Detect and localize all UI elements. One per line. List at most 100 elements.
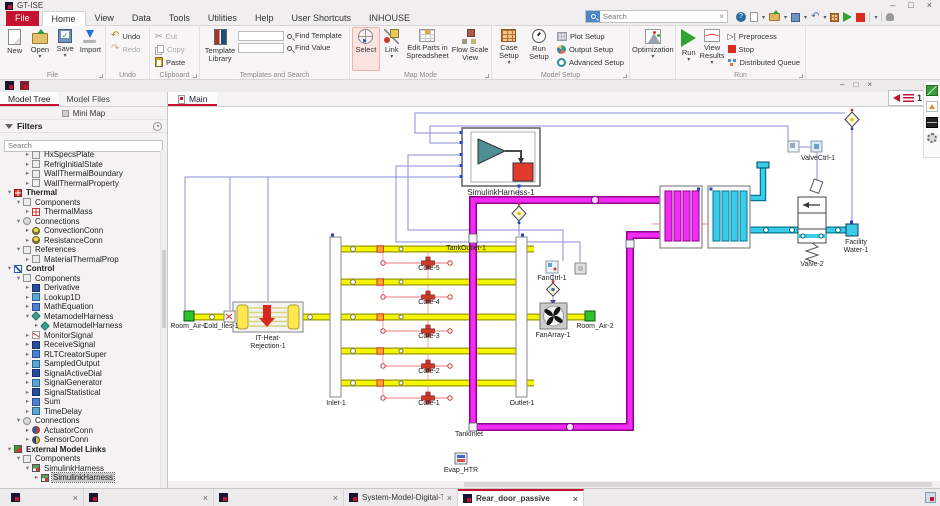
- run-setup-button[interactable]: Run Setup: [524, 27, 554, 71]
- menu-tab-inhouse[interactable]: INHOUSE: [360, 11, 419, 26]
- tree-item-components[interactable]: ▾Components: [0, 198, 160, 208]
- expander-icon[interactable]: ▸: [23, 426, 32, 435]
- close-icon[interactable]: ×: [73, 493, 78, 503]
- tree-item-external-model-links[interactable]: ▾External Model Links: [0, 445, 160, 455]
- gt-document-icon[interactable]: [20, 81, 29, 90]
- expander-icon[interactable]: ▸: [23, 435, 32, 444]
- tree-item-sampledoutput[interactable]: ▸SampledOutput: [0, 359, 160, 369]
- stop-icon[interactable]: [856, 13, 865, 22]
- tree-item-lookup1d[interactable]: ▸Lookup1D: [0, 293, 160, 303]
- mini-map-section[interactable]: Mini Map: [0, 107, 167, 120]
- component-it-heat-rejection[interactable]: [233, 302, 303, 332]
- tab-main[interactable]: Main: [168, 92, 217, 106]
- expander-icon[interactable]: ▸: [23, 255, 32, 264]
- expander-icon[interactable]: ▸: [23, 378, 32, 387]
- expander-icon[interactable]: ▸: [23, 359, 32, 368]
- expander-icon[interactable]: ▾: [5, 264, 14, 273]
- tree-item-signalactivedial[interactable]: ▸SignalActiveDial: [0, 369, 160, 379]
- expander-icon[interactable]: ▾: [14, 416, 23, 425]
- component-outlet[interactable]: [516, 237, 527, 397]
- tree-item-references[interactable]: ▾References: [0, 245, 160, 255]
- case-setup-icon[interactable]: [830, 13, 839, 22]
- menu-tab-utilities[interactable]: Utilities: [199, 11, 246, 26]
- checks-icon[interactable]: [926, 85, 938, 96]
- tree-item-actuatorconn[interactable]: ▸ActuatorConn: [0, 426, 160, 436]
- expander-icon[interactable]: ▸: [23, 302, 32, 311]
- expander-icon[interactable]: ▾: [5, 445, 14, 454]
- tree-item-mathequation[interactable]: ▸MathEquation: [0, 302, 160, 312]
- dialog-launcher-icon[interactable]: [99, 74, 103, 78]
- expander-icon[interactable]: ▸: [23, 150, 32, 159]
- copy-button[interactable]: Copy: [152, 43, 197, 55]
- tree-item-signalgenerator[interactable]: ▸SignalGenerator: [0, 378, 160, 388]
- inner-minimize-icon[interactable]: –: [840, 80, 844, 89]
- case-setup-button[interactable]: Case Setup▾: [494, 27, 524, 71]
- global-search[interactable]: ×: [585, 10, 728, 23]
- document-tab-untitled-3[interactable]: ×: [214, 489, 344, 506]
- toolbar-options-icon[interactable]: ▾: [874, 14, 877, 21]
- advanced-setup-button[interactable]: Advanced Setup: [554, 56, 627, 68]
- gt-window-icon[interactable]: [5, 81, 14, 90]
- close-icon[interactable]: ×: [927, 0, 932, 10]
- tree-item-connections[interactable]: ▾Connections: [0, 416, 160, 426]
- tree-item-thermalmass[interactable]: ▸ThermalMass: [0, 207, 160, 217]
- scrollbar-thumb[interactable]: [162, 250, 166, 328]
- save-button[interactable]: Save▾: [53, 27, 78, 71]
- panel-tab-model-tree[interactable]: Model Tree: [0, 92, 59, 106]
- expander-icon[interactable]: ▾: [23, 464, 32, 473]
- inner-restore-icon[interactable]: □: [853, 80, 858, 89]
- menu-tab-data[interactable]: Data: [123, 11, 160, 26]
- save-dropdown-icon[interactable]: ▾: [804, 14, 807, 21]
- link-button[interactable]: Link▾: [380, 27, 404, 71]
- expander-icon[interactable]: ▸: [23, 407, 32, 416]
- expander-icon[interactable]: ▸: [23, 160, 32, 169]
- open-folder-icon[interactable]: [769, 13, 780, 21]
- run-icon[interactable]: [843, 12, 852, 22]
- inner-close-icon[interactable]: ×: [867, 80, 872, 89]
- document-tab-rear_door_passive[interactable]: Rear_door_passive×: [458, 489, 584, 506]
- pump-icon[interactable]: [566, 423, 573, 430]
- layers-icon[interactable]: [926, 117, 938, 128]
- tree-item-metamodelharness[interactable]: ▸MetamodelHarness: [0, 321, 160, 331]
- component-room-air-1[interactable]: [184, 311, 194, 321]
- component-cold-iles[interactable]: [224, 311, 235, 322]
- output-setup-button[interactable]: Output Setup: [554, 43, 627, 55]
- document-tab-system-model-digital-twin.gtm[interactable]: System-Model-Digital-Twin.gtm×: [344, 489, 458, 506]
- tree-item-simulinkharness[interactable]: ▾SimulinkHarness: [0, 464, 160, 474]
- edit-parts-button[interactable]: Edit Parts in Spreadsheet: [404, 27, 452, 71]
- expander-icon[interactable]: ▸: [23, 340, 32, 349]
- import-button[interactable]: Import: [78, 27, 103, 71]
- tree-item-hxspecsplate[interactable]: ▸HxSpecsPlate: [0, 150, 160, 160]
- tree-item-components[interactable]: ▾Components: [0, 274, 160, 284]
- find-value-input[interactable]: [238, 43, 284, 53]
- component-fan-array[interactable]: [540, 303, 567, 329]
- paste-button[interactable]: Paste: [152, 56, 197, 68]
- gear-icon[interactable]: [927, 133, 937, 143]
- tank-outlet-port[interactable]: [469, 234, 477, 243]
- plot-setup-button[interactable]: Plot Setup: [554, 30, 627, 42]
- dialog-launcher-icon[interactable]: [799, 74, 803, 78]
- tree-item-thermal[interactable]: ▾Thermal: [0, 188, 160, 198]
- component-valve-2[interactable]: [798, 179, 826, 262]
- undo-button[interactable]: ↶Undo: [108, 30, 147, 42]
- tree-item-monitorsignal[interactable]: ▸MonitorSignal: [0, 331, 160, 341]
- component-room-air-2[interactable]: [585, 311, 595, 321]
- tree-item-signalstatistical[interactable]: ▸SignalStatistical: [0, 388, 160, 398]
- menu-tab-tools[interactable]: Tools: [160, 11, 199, 26]
- collapse-icon[interactable]: [153, 122, 162, 131]
- tree-item-wallthermalproperty[interactable]: ▸WallThermalProperty: [0, 179, 160, 189]
- menu-tab-user-shortcuts[interactable]: User Shortcuts: [282, 11, 360, 26]
- tree-scrollbar[interactable]: [160, 150, 167, 488]
- tree-item-materialthermalprop[interactable]: ▸MaterialThermalProp: [0, 255, 160, 265]
- model-map[interactable]: SimulinkHarness-1 TankOutlet-1 TankInlet…: [168, 107, 940, 481]
- expander-icon[interactable]: ▸: [32, 473, 41, 482]
- flow-scale-button[interactable]: Flow Scale View: [451, 27, 489, 71]
- close-icon[interactable]: ×: [447, 493, 452, 503]
- notifications-icon[interactable]: [886, 13, 894, 21]
- tree-item-sensorconn[interactable]: ▸SensorConn: [0, 435, 160, 445]
- restore-panel-icon[interactable]: [925, 492, 936, 503]
- menu-tab-view[interactable]: View: [86, 11, 123, 26]
- tree-item-metamodelharness[interactable]: ▾MetamodelHarness: [0, 312, 160, 322]
- component-facility-water[interactable]: [846, 221, 858, 237]
- find-template-button[interactable]: Find Template: [295, 32, 342, 40]
